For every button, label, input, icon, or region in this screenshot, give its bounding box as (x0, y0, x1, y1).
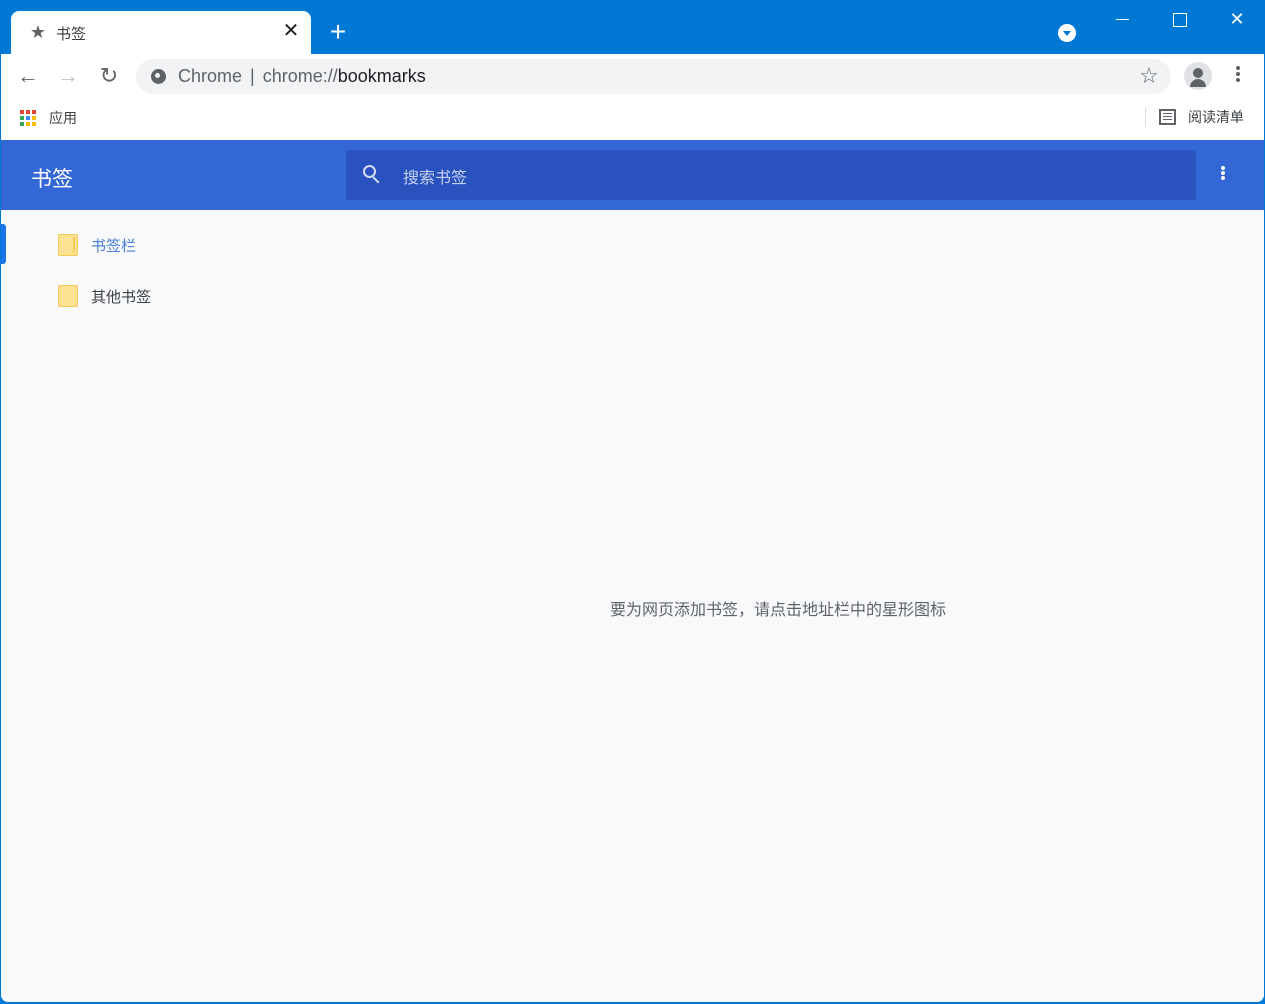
url-host: bookmarks (337, 66, 426, 86)
search-icon (362, 164, 384, 186)
sidebar-item-label: 其他书签 (91, 289, 152, 306)
page-title: 书签 (31, 168, 73, 191)
star-icon: ★ (29, 22, 47, 42)
address-text[interactable]: Chrome | chrome://bookmarks (178, 66, 426, 87)
tab-close-button[interactable]: ✕ (281, 20, 301, 42)
reading-list-icon (1159, 109, 1176, 125)
tab-strip: ★ 书签 ✕ + ✕ (0, 0, 1265, 54)
reading-list-label: 阅读清单 (1188, 109, 1244, 125)
search-bookmarks-input[interactable]: 搜索书签 (346, 150, 1196, 200)
url-scheme: chrome:// (262, 66, 338, 86)
selection-indicator (1, 224, 6, 264)
back-button[interactable]: ← (14, 63, 42, 91)
tab-bookmarks[interactable]: ★ 书签 ✕ (11, 11, 311, 54)
apps-grid-dot (32, 122, 36, 127)
apps-grid-dot (20, 115, 24, 120)
divider (1145, 107, 1146, 127)
toolbar: ← → ↻ Chrome | chrome://bookmarks ☆ (1, 54, 1264, 99)
address-bar[interactable]: Chrome | chrome://bookmarks ☆ (136, 59, 1171, 94)
forward-button[interactable]: → (54, 63, 82, 91)
minimize-button[interactable] (1111, 8, 1135, 32)
sidebar-item-other-bookmarks[interactable]: 其他书签 (1, 275, 331, 315)
reload-button[interactable]: ↻ (95, 63, 123, 91)
tab-title: 书签 (56, 26, 87, 43)
apps-grid-dot (32, 109, 36, 114)
apps-grid-dot (26, 115, 30, 120)
chrome-logo-icon (151, 69, 166, 84)
browser-window: ★ 书签 ✕ + ✕ ← → ↻ Chrome | chrome://bookmar… (0, 0, 1265, 1004)
more-options-icon[interactable] (1213, 165, 1233, 187)
tab-search-button[interactable] (1058, 24, 1076, 42)
apps-label: 应用 (49, 110, 77, 126)
chrome-menu-icon[interactable] (1228, 64, 1248, 88)
separator: | (250, 66, 255, 86)
site-label: Chrome (178, 66, 243, 86)
window-close-button[interactable]: ✕ (1225, 8, 1249, 32)
apps-grid-dot (20, 109, 24, 114)
reading-list-button[interactable]: 阅读清单 (1159, 107, 1244, 127)
apps-grid-dot (32, 115, 36, 120)
bookmark-star-icon[interactable]: ☆ (1137, 64, 1161, 88)
maximize-button[interactable] (1167, 8, 1191, 32)
apps-grid-icon (20, 109, 37, 127)
bookmarks-manager: 书签 搜索书签 书签栏 其他书签 要为网页添加书签，请点击地址栏中的星形图标 (1, 139, 1264, 1002)
sidebar-item-bookmarks-bar[interactable]: 书签栏 (1, 224, 331, 264)
sidebar-item-label: 书签栏 (91, 238, 137, 255)
apps-grid-dot (26, 109, 30, 114)
new-tab-button[interactable]: + (326, 18, 350, 46)
bookmarks-bar: 应用 阅读清单 (1, 99, 1264, 139)
folder-open-icon (58, 234, 78, 256)
folder-icon (58, 285, 78, 307)
apps-grid-dot (20, 122, 24, 127)
apps-shortcut[interactable]: 应用 (20, 108, 77, 128)
profile-avatar[interactable] (1184, 62, 1212, 90)
empty-list-message: 要为网页添加书签，请点击地址栏中的星形图标 (610, 602, 947, 619)
apps-grid-dot (26, 122, 30, 127)
bookmarks-header: 书签 搜索书签 (1, 140, 1264, 210)
search-placeholder: 搜索书签 (403, 170, 468, 187)
